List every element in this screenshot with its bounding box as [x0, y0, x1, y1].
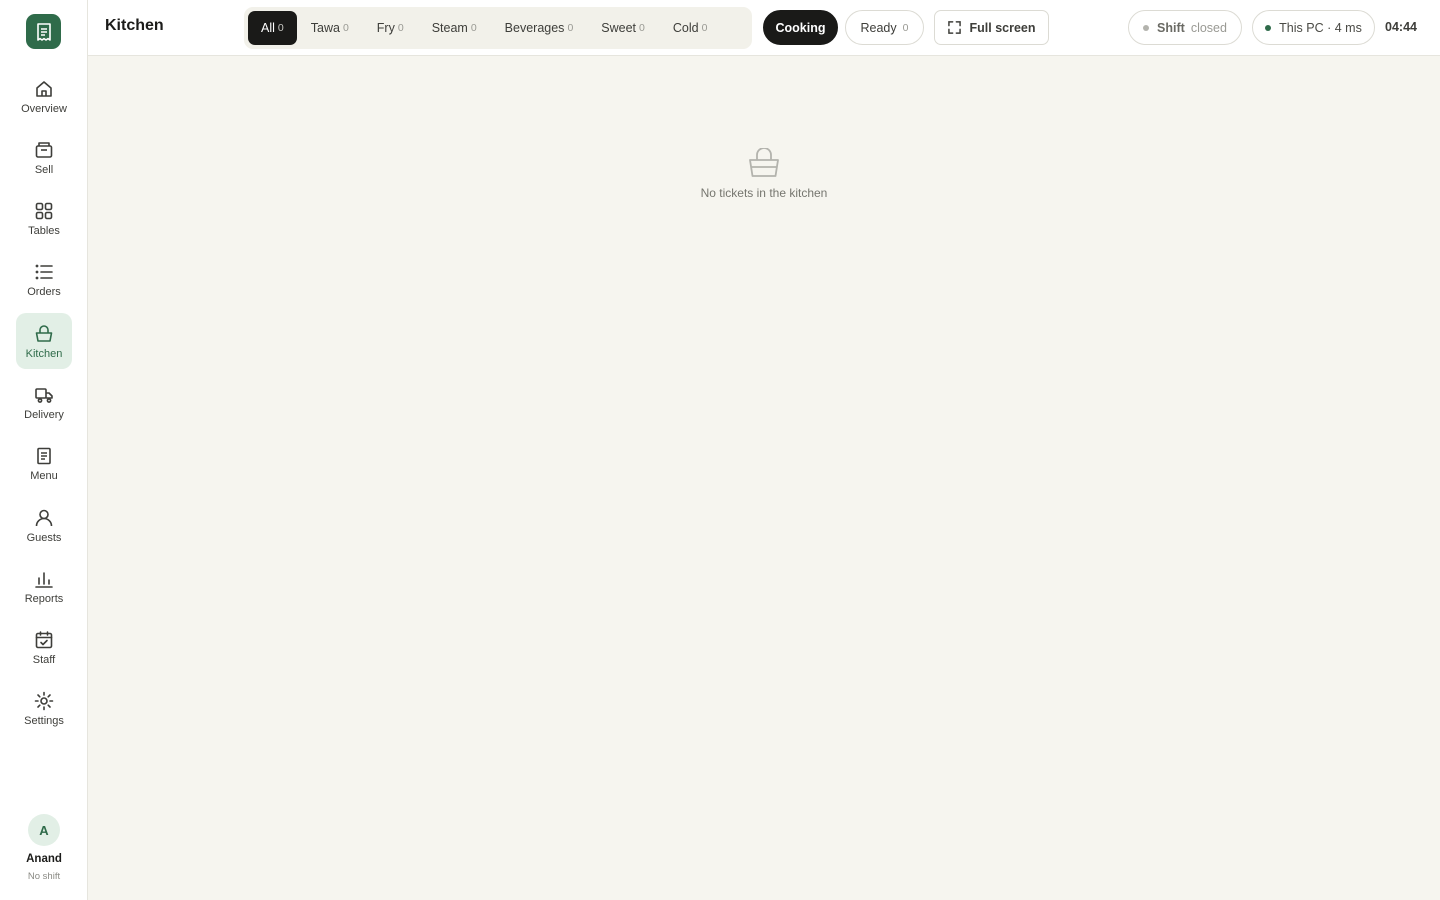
station-tab-beverages[interactable]: Beverages 0 [491, 11, 588, 45]
cooking-label: Cooking [775, 20, 826, 35]
expand-icon [947, 21, 961, 34]
device-latency: This PC · 4 ms [1279, 20, 1362, 35]
station-label: Tawa [310, 21, 340, 35]
kitchen-board: No tickets in the kitchen [88, 56, 1440, 900]
sidebar-item-label: Staff [32, 654, 56, 667]
sidebar-item-label: Delivery [24, 408, 64, 421]
cooking-filter-button[interactable]: Cooking [763, 10, 838, 45]
sidebar-item-staff[interactable]: Staff [16, 620, 72, 676]
sidebar-item-label: Tables [28, 225, 60, 238]
calendar-check-icon [35, 631, 53, 649]
sidebar-item-label: Guests [26, 531, 62, 544]
station-label: All [261, 21, 275, 35]
station-tab-fry[interactable]: Fry 0 [363, 11, 418, 45]
station-count: 0 [397, 22, 404, 34]
sidebar-item-orders[interactable]: Orders [16, 252, 72, 308]
basket-icon [749, 148, 779, 177]
station-tab-cold[interactable]: Cold 0 [659, 11, 722, 45]
station-label: Beverages [504, 21, 565, 35]
station-label: Steam [431, 21, 468, 35]
grid-icon [35, 202, 53, 220]
station-count: 0 [567, 22, 574, 34]
list-icon [35, 264, 53, 280]
sidebar-item-label: Orders [27, 286, 61, 299]
home-icon [36, 80, 52, 97]
empty-state: No tickets in the kitchen [88, 148, 1440, 200]
ready-filter-button[interactable]: Ready 0 [845, 10, 924, 45]
device-status-pill[interactable]: This PC · 4 ms [1252, 10, 1375, 45]
station-filter: All 0 Tawa 0 Fry 0 Steam 0 Beverages 0 S… [244, 7, 752, 49]
station-count: 0 [701, 22, 708, 34]
station-label: Sweet [601, 21, 637, 35]
app-logo[interactable] [26, 14, 61, 49]
sidebar-item-tables[interactable]: Tables [16, 191, 72, 247]
station-tab-steam[interactable]: Steam 0 [418, 11, 491, 45]
sidebar-item-label: Overview [21, 102, 67, 115]
connection-status-dot [1265, 24, 1272, 31]
gear-icon [34, 692, 54, 711]
station-tab-all[interactable]: All 0 [248, 11, 297, 45]
sidebar-item-menu[interactable]: Menu [16, 436, 72, 492]
user-name: Anand [26, 853, 62, 865]
shift-label: Shift [1157, 20, 1185, 35]
station-tab-sweet[interactable]: Sweet 0 [587, 11, 659, 45]
station-count: 0 [470, 22, 477, 34]
ready-count: 0 [902, 21, 909, 34]
sidebar-item-label: Kitchen [25, 347, 63, 360]
shift-status-dot [1143, 24, 1150, 31]
clock: 04:44 [1385, 20, 1417, 34]
station-count: 0 [342, 22, 349, 34]
fullscreen-button[interactable]: Full screen [934, 10, 1049, 45]
basket-icon [35, 324, 53, 342]
ready-label: Ready [860, 20, 897, 35]
register-icon [35, 141, 53, 158]
truck-icon [35, 388, 53, 403]
shift-status: closed [1190, 20, 1227, 35]
receipt-icon [36, 22, 51, 41]
shift-status-pill[interactable]: Shift closed [1128, 10, 1242, 45]
sidebar-item-label: Menu [30, 470, 58, 483]
sidebar-item-delivery[interactable]: Delivery [16, 374, 72, 430]
sidebar-item-guests[interactable]: Guests [16, 497, 72, 553]
sidebar-item-overview[interactable]: Overview [16, 68, 72, 124]
sidebar-item-label: Reports [24, 592, 64, 605]
station-count: 0 [639, 22, 645, 34]
sidebar-item-sell[interactable]: Sell [16, 129, 72, 185]
station-label: Fry [376, 21, 395, 35]
app: Overview Sell Tables Orders Kitchen Deli… [0, 0, 1440, 900]
sidebar-item-kitchen[interactable]: Kitchen [16, 313, 72, 370]
avatar: A [28, 814, 60, 846]
bar-chart-icon [35, 572, 53, 588]
fullscreen-label: Full screen [969, 20, 1036, 35]
person-icon [35, 509, 53, 526]
station-count: 0 [277, 22, 284, 34]
sidebar-item-settings[interactable]: Settings [16, 681, 72, 737]
user-shift-status: No shift [27, 871, 61, 882]
sidebar-item-reports[interactable]: Reports [16, 558, 72, 614]
station-label: Cold [672, 21, 699, 35]
empty-message: No tickets in the kitchen [700, 186, 828, 200]
document-icon [37, 447, 51, 465]
sidebar-nav: Overview Sell Tables Orders Kitchen Deli… [16, 68, 72, 742]
station-tab-tawa[interactable]: Tawa 0 [297, 11, 363, 45]
user-profile[interactable]: A Anand No shift [0, 814, 88, 882]
sidebar: Overview Sell Tables Orders Kitchen Deli… [0, 0, 88, 900]
sidebar-item-label: Settings [24, 715, 64, 728]
page-title: Kitchen [105, 17, 164, 34]
top-bar: Kitchen All 0 Tawa 0 Fry 0 Steam 0 Bever… [88, 0, 1440, 56]
sidebar-item-label: Sell [34, 163, 54, 176]
